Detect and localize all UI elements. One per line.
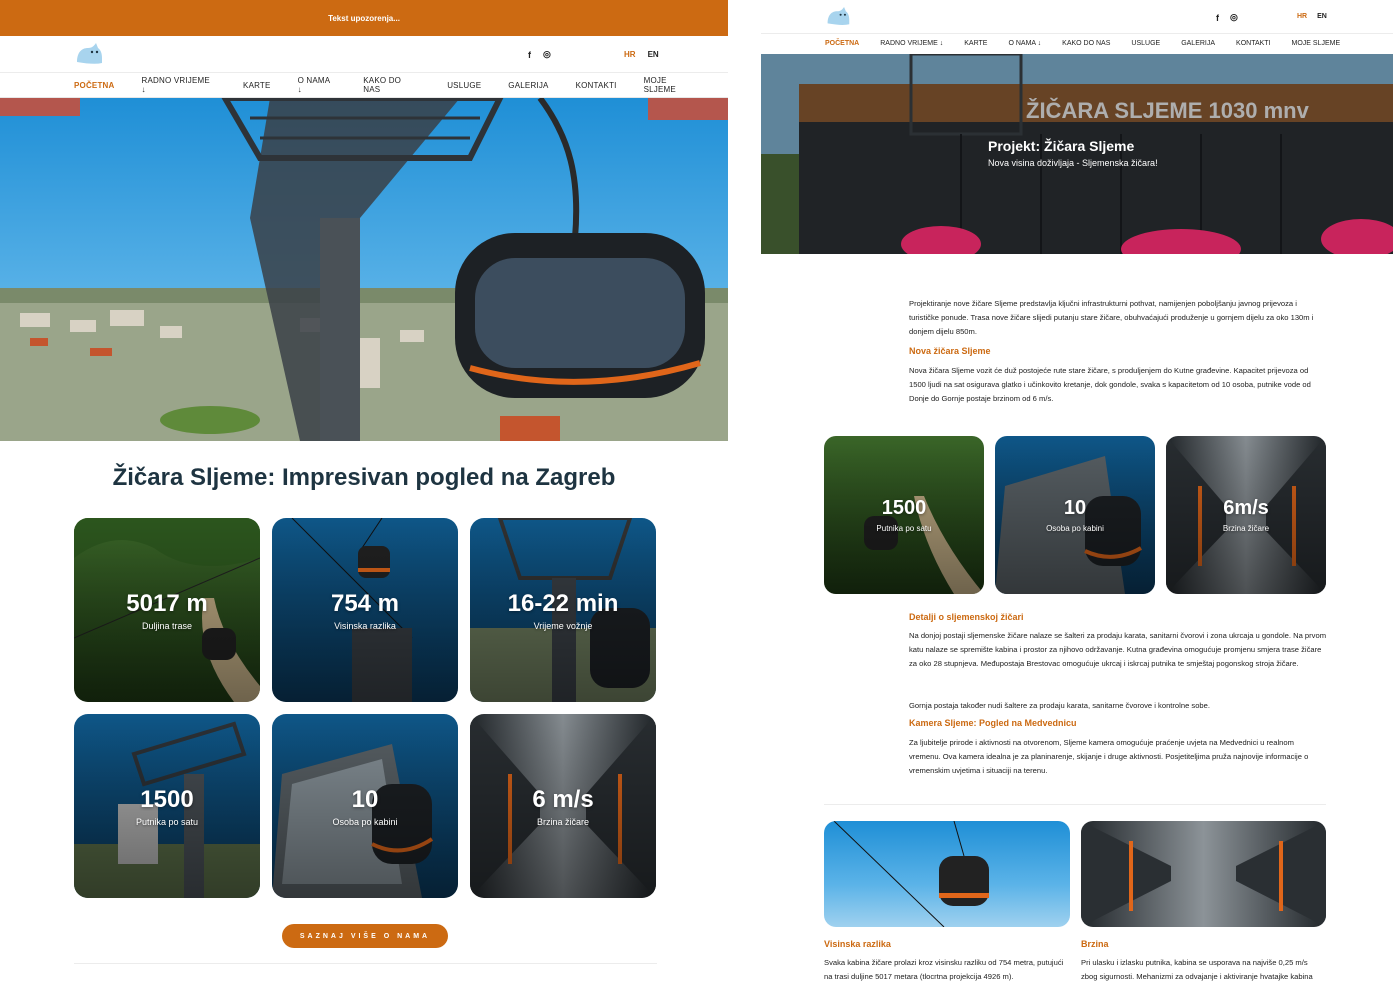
stat-label: Putnika po satu	[876, 524, 932, 533]
nav-item-galerija[interactable]: GALERIJA	[508, 81, 548, 90]
stat-card: 16-22 min Vrijeme vožnje	[470, 518, 656, 702]
lang-hr[interactable]: HR	[624, 50, 636, 59]
nav-item-moje-sljeme[interactable]: MOJE SLJEME	[644, 76, 701, 94]
nav-item-kako-do-nas[interactable]: KAKO DO NAS	[363, 76, 420, 94]
station-interior-image	[1081, 821, 1326, 927]
logo-icon[interactable]	[74, 42, 104, 66]
stat-value: 16-22 min	[507, 590, 619, 617]
stat-card: 10 Osoba po kabini	[995, 436, 1155, 594]
stat-label: Brzina žičare	[536, 817, 590, 827]
stat-value: 754 m	[330, 590, 400, 617]
nav-item-karte[interactable]: KARTE	[964, 40, 987, 47]
stat-card: 754 m Visinska razlika	[272, 518, 458, 702]
stat-label: Putnika po satu	[135, 817, 199, 827]
stat-value: 5017 m	[126, 590, 208, 617]
nav-item-o-nama[interactable]: O NAMA ↓	[1008, 40, 1041, 47]
stat-card: 6m/s Brzina žičare	[1166, 436, 1326, 594]
divider	[74, 963, 657, 964]
stat-value: 6m/s	[1223, 497, 1269, 519]
section-heading: Detalji o sljemenskoj žičari	[909, 612, 1024, 622]
nav-item-usluge[interactable]: USLUGE	[1131, 40, 1160, 47]
stats-grid: 1500 Putnika po satu 10 Osoba po kabini	[824, 436, 1326, 594]
lang-en[interactable]: EN	[1317, 13, 1327, 20]
hero-banner: ŽIČARA SLJEME 1030 mnv Projekt: Žičara S…	[761, 54, 1393, 254]
section-paragraph: Nova žičara Sljeme vozit će duž postojeć…	[909, 366, 1311, 403]
feature-heading: Brzina	[1081, 939, 1109, 949]
feature-paragraph: Svaka kabina žičare prolazi kroz visinsk…	[824, 958, 1064, 981]
stat-value: 10	[351, 786, 379, 813]
screenshot-canvas: Tekst upozorenja... f ◎ HR EN POČETNA RA…	[0, 0, 1393, 989]
nav-item-moje-sljeme[interactable]: MOJE SLJEME	[1292, 40, 1341, 47]
instagram-icon[interactable]: ◎	[1230, 12, 1238, 23]
stats-grid: 5017 m Duljina trase 754 m Visinska razl…	[74, 518, 657, 898]
nav-item-o-nama[interactable]: O NAMA ↓	[298, 76, 337, 94]
stat-card: 6 m/s Brzina žičare	[470, 714, 656, 898]
section-paragraph: Na donjoj postaji sljemenske žičare nala…	[909, 631, 1327, 668]
language-switcher: HR EN	[1297, 13, 1327, 20]
main-nav: POČETNA RADNO VRIJEME ↓ KARTE O NAMA ↓ K…	[0, 73, 728, 98]
stat-card: 5017 m Duljina trase	[74, 518, 260, 702]
stat-value: 1500	[140, 786, 194, 813]
stat-value: 6 m/s	[532, 786, 594, 813]
gondola-sky-image	[824, 821, 1070, 927]
stat-card: 1500 Putnika po satu	[74, 714, 260, 898]
social-links: f ◎	[528, 49, 551, 60]
nav-item-pocetna[interactable]: POČETNA	[74, 81, 115, 90]
language-switcher: HR EN	[624, 50, 659, 59]
stat-card: 1500 Putnika po satu	[824, 436, 984, 594]
stat-card: 10 Osoba po kabini	[272, 714, 458, 898]
stat-label: Osoba po kabini	[1046, 524, 1104, 533]
nav-item-kako-do-nas[interactable]: KAKO DO NAS	[1062, 40, 1110, 47]
section-paragraph: Za ljubitelje prirode i aktivnosti na ot…	[909, 738, 1309, 775]
nav-item-kontakti[interactable]: KONTAKTI	[576, 81, 617, 90]
main-nav: POČETNA RADNO VRIJEME ↓ KARTE O NAMA ↓ K…	[761, 33, 1393, 53]
lang-hr[interactable]: HR	[1297, 13, 1307, 20]
stat-label: Visinska razlika	[334, 621, 396, 631]
feature-paragraph: Pri ulasku i izlasku putnika, kabina se …	[1081, 958, 1313, 981]
stat-label: Osoba po kabini	[332, 817, 398, 827]
site-header: f ◎ HR EN	[761, 0, 1393, 33]
nav-item-karte[interactable]: KARTE	[243, 81, 271, 90]
instagram-icon[interactable]: ◎	[543, 49, 551, 60]
stat-value: 10	[1063, 497, 1087, 519]
alert-bar: Tekst upozorenja...	[0, 0, 728, 36]
stat-label: Vrijeme vožnje	[533, 621, 593, 631]
project-page-preview: f ◎ HR EN POČETNA RADNO VRIJEME ↓ KARTE …	[761, 0, 1393, 989]
nav-item-galerija[interactable]: GALERIJA	[1181, 40, 1215, 47]
facebook-icon[interactable]: f	[1216, 13, 1219, 23]
site-header: f ◎ HR EN	[0, 36, 728, 73]
homepage-preview: Tekst upozorenja... f ◎ HR EN POČETNA RA…	[0, 0, 728, 989]
hero-title: Projekt: Žičara Sljeme	[988, 138, 1135, 154]
alert-text: Tekst upozorenja...	[328, 13, 400, 23]
facebook-icon[interactable]: f	[528, 50, 531, 60]
stat-value: 1500	[881, 497, 927, 519]
hero-image	[0, 98, 728, 441]
section-heading: Kamera Sljeme: Pogled na Medvednicu	[909, 718, 1077, 728]
nav-item-usluge[interactable]: USLUGE	[447, 81, 481, 90]
social-links: f ◎	[1216, 12, 1238, 23]
learn-more-button[interactable]: SAZNAJ VIŠE O NAMA	[282, 924, 448, 948]
nav-item-radno-vrijeme[interactable]: RADNO VRIJEME ↓	[880, 40, 943, 47]
divider	[824, 804, 1326, 805]
stat-label: Duljina trase	[141, 621, 193, 631]
section-paragraph: Gornja postaja također nudi šaltere za p…	[909, 701, 1210, 710]
hero-subtitle: Nova visina doživljaja - Sljemenska žiča…	[988, 158, 1158, 168]
lang-en[interactable]: EN	[648, 50, 659, 59]
nav-item-kontakti[interactable]: KONTAKTI	[1236, 40, 1270, 47]
intro-paragraph: Projektiranje nove žičare Sljeme predsta…	[909, 299, 1314, 336]
logo-icon[interactable]	[825, 6, 851, 27]
nav-item-radno-vrijeme[interactable]: RADNO VRIJEME ↓	[142, 76, 217, 94]
stat-label: Brzina žičare	[1222, 524, 1270, 533]
page-title: Žičara Sljeme: Impresivan pogled na Zagr…	[112, 464, 616, 491]
feature-heading: Visinska razlika	[824, 939, 891, 949]
nav-item-pocetna[interactable]: POČETNA	[825, 40, 859, 47]
section-heading: Nova žičara Sljeme	[909, 346, 991, 356]
